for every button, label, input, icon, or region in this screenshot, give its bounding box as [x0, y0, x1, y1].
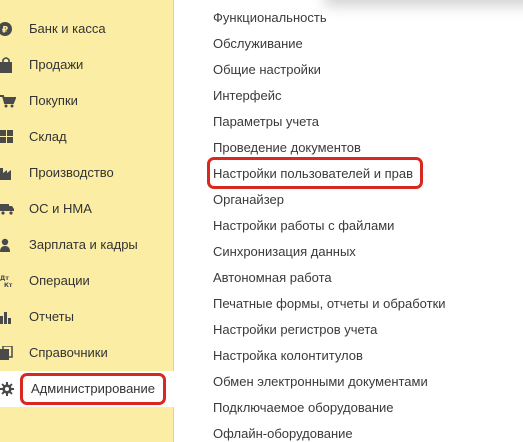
link-register-settings[interactable]: Настройки регистров учета: [213, 322, 377, 338]
sidebar-item-label: Операции: [29, 273, 90, 288]
app-window: ₽ Банк и касса Продажи Покупки Склад Про…: [0, 0, 523, 442]
coin-ruble-icon: ₽: [0, 11, 16, 47]
link-data-sync[interactable]: Синхронизация данных: [213, 244, 356, 260]
link-connected-equipment[interactable]: Подключаемое оборудование: [213, 400, 394, 416]
sidebar-item-label: Производство: [29, 165, 114, 180]
sidebar-item-bank[interactable]: ₽ Банк и касса: [0, 11, 174, 47]
sidebar-item-fixed-assets[interactable]: ОС и НМА: [0, 191, 174, 227]
books-icon: [0, 335, 16, 371]
sidebar-item-label: Администрирование: [31, 381, 155, 396]
sections-panel: ₽ Банк и касса Продажи Покупки Склад Про…: [0, 0, 174, 442]
sidebar-item-label: Покупки: [29, 93, 78, 108]
link-organizer[interactable]: Органайзер: [213, 192, 284, 208]
sidebar-item-label: Продажи: [29, 57, 84, 72]
sidebar-item-operations[interactable]: Дт Кт Операции: [0, 263, 174, 299]
svg-text:₽: ₽: [2, 26, 8, 36]
sidebar-item-label: Зарплата и кадры: [29, 237, 138, 252]
truck-icon: [0, 191, 16, 227]
sidebar-item-production[interactable]: Производство: [0, 155, 174, 191]
shopping-bag-icon: [0, 47, 16, 83]
warehouse-grid-icon: [0, 119, 16, 155]
sidebar-item-label: Склад: [29, 129, 67, 144]
sidebar-item-administration[interactable]: Администрирование: [0, 371, 174, 407]
link-maintenance[interactable]: Обслуживание: [213, 36, 303, 52]
sidebar-item-label: ОС и НМА: [29, 201, 92, 216]
shopping-cart-icon: [0, 83, 16, 119]
sidebar-item-reports[interactable]: Отчеты: [0, 299, 174, 335]
sidebar-item-sales[interactable]: Продажи: [0, 47, 174, 83]
sidebar-item-label: Банк и касса: [29, 21, 106, 36]
sidebar-item-catalogs[interactable]: Справочники: [0, 335, 174, 371]
factory-icon: [0, 155, 16, 191]
svg-text:Дт: Дт: [0, 275, 9, 282]
link-document-posting[interactable]: Проведение документов: [213, 140, 361, 156]
link-offline-work[interactable]: Автономная работа: [213, 270, 332, 286]
link-edi-exchange[interactable]: Обмен электронными документами: [213, 374, 428, 390]
link-headers-footers[interactable]: Настройка колонтитулов: [213, 348, 363, 364]
link-accounting-parameters[interactable]: Параметры учета: [213, 114, 319, 130]
bar-chart-icon: [0, 299, 16, 335]
sidebar-item-salary[interactable]: Зарплата и кадры: [0, 227, 174, 263]
gear-icon: [0, 371, 16, 407]
sidebar-item-label: Отчеты: [29, 309, 74, 324]
link-file-settings[interactable]: Настройки работы с файлами: [213, 218, 394, 234]
administration-panel: Функциональность Обслуживание Общие наст…: [175, 0, 523, 442]
sidebar-item-purchases[interactable]: Покупки: [0, 83, 174, 119]
debit-credit-icon: Дт Кт: [0, 263, 16, 299]
link-user-rights-settings[interactable]: Настройки пользователей и прав: [213, 166, 413, 182]
link-print-forms[interactable]: Печатные формы, отчеты и обработки: [213, 296, 446, 312]
link-general-settings[interactable]: Общие настройки: [213, 62, 321, 78]
sidebar-item-warehouse[interactable]: Склад: [0, 119, 174, 155]
link-interface[interactable]: Интерфейс: [213, 88, 281, 104]
svg-text:Кт: Кт: [4, 282, 13, 288]
link-offline-equipment[interactable]: Офлайн-оборудование: [213, 426, 353, 442]
person-icon: [0, 227, 16, 263]
link-functionality[interactable]: Функциональность: [213, 10, 327, 26]
sidebar-item-label: Справочники: [29, 345, 108, 360]
